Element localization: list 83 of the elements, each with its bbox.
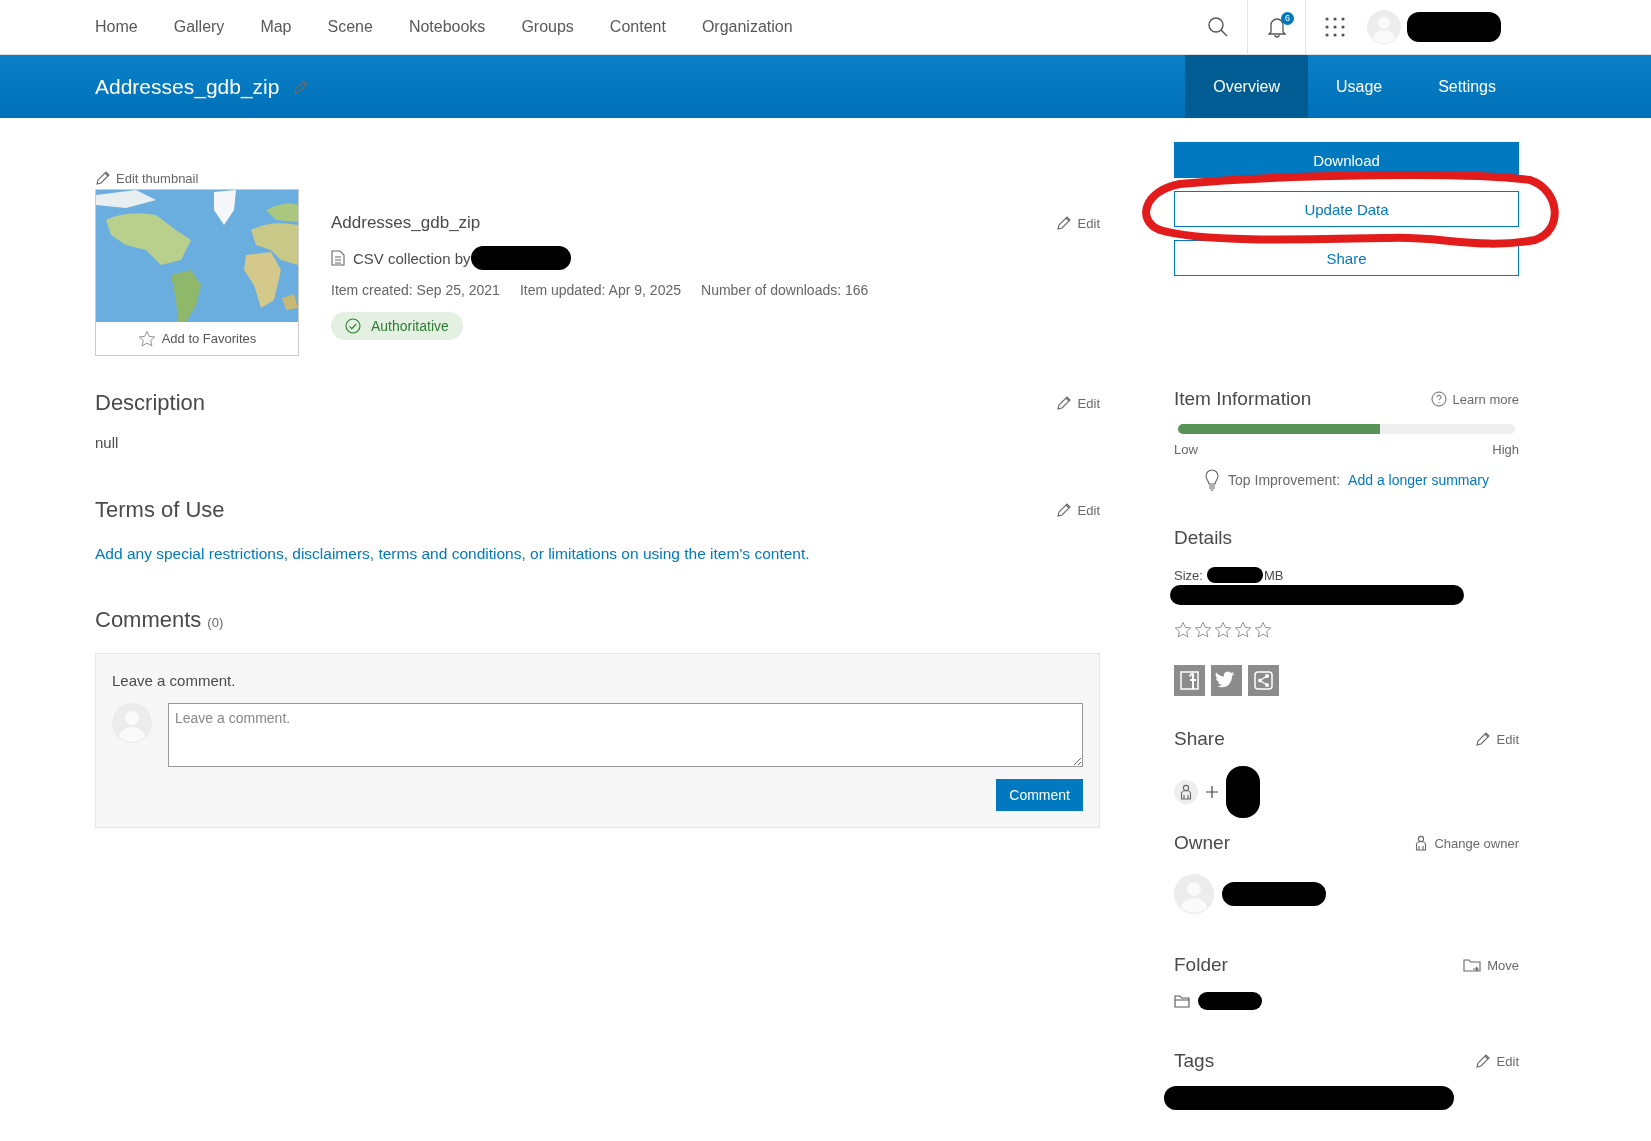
pencil-icon (1055, 215, 1072, 231)
item-title: Addresses_gdb_zip (95, 74, 280, 99)
edit-thumbnail-link[interactable]: Edit thumbnail (95, 170, 199, 186)
nav-link[interactable]: Scene (327, 2, 373, 52)
document-icon (331, 250, 345, 266)
comment-field[interactable]: Leave a comment. (168, 703, 1083, 767)
star-icon[interactable] (1234, 621, 1252, 639)
item-type: CSV collection by (353, 249, 471, 267)
star-icon[interactable] (1214, 621, 1232, 639)
lightbulb-icon (1204, 469, 1221, 491)
edit-button[interactable]: Edit (1055, 213, 1100, 233)
star-icon[interactable] (1174, 621, 1192, 639)
share-icon[interactable] (1248, 665, 1279, 696)
scale-label: High (1492, 442, 1519, 457)
learn-more-link[interactable]: Learn more (1430, 391, 1519, 407)
redaction-mark (1226, 766, 1260, 818)
tab[interactable]: Settings (1410, 55, 1524, 118)
plus-icon (1206, 786, 1218, 798)
edit-button[interactable]: Edit (1474, 1053, 1519, 1069)
edit-button[interactable]: Edit (1055, 395, 1100, 411)
add-to-favorites-button[interactable]: Add to Favorites (96, 322, 298, 355)
authoritative-badge: Authoritative (331, 312, 463, 340)
section-heading: Tags (1174, 1050, 1215, 1072)
pencil-icon (95, 170, 111, 186)
item-name: Addresses_gdb_zip (331, 213, 481, 233)
edit-button[interactable]: Edit (1474, 731, 1519, 747)
section-heading: Share (1174, 728, 1225, 750)
person-icon (1179, 784, 1193, 800)
item-meta: Item created: Sep 25, 2021 (331, 282, 500, 298)
section-heading: Description (95, 390, 206, 416)
nav-link[interactable]: Map (260, 2, 292, 52)
description-text: null (95, 434, 120, 451)
notifications-button[interactable]: 6 (1247, 0, 1305, 54)
grid-icon (1324, 17, 1345, 37)
section-heading: Details (1174, 527, 1233, 548)
edit-button[interactable]: Edit (1055, 502, 1100, 518)
nav-link[interactable]: Organization (701, 2, 793, 52)
pencil-icon (1055, 395, 1072, 411)
search-icon (1207, 16, 1229, 38)
size-label: Size: (1174, 567, 1203, 583)
suggestion-link[interactable]: Add a longer summary (1348, 472, 1489, 488)
section-heading: Comments (95, 607, 202, 633)
nav-link[interactable]: Groups (521, 2, 574, 52)
nav-link[interactable]: Gallery (173, 2, 225, 52)
help-icon (1430, 391, 1447, 407)
item-meta: Item updated: Apr 9, 2025 (519, 282, 681, 298)
tab[interactable]: Usage (1307, 55, 1411, 118)
twitter-icon[interactable] (1211, 665, 1242, 696)
pencil-icon (1055, 502, 1072, 518)
facebook-icon[interactable] (1174, 665, 1205, 696)
action-button[interactable]: Update Data (1174, 191, 1519, 227)
nav-link[interactable]: Notebooks (408, 2, 486, 52)
nav-link[interactable]: Home (95, 2, 138, 52)
change-owner-button[interactable]: Change owner (1414, 835, 1519, 851)
improvement-label: Top Improvement: (1228, 472, 1341, 488)
move-button[interactable]: Move (1463, 957, 1519, 973)
notification-badge: 6 (1281, 12, 1294, 25)
section-heading: Item Information (1174, 388, 1312, 410)
comment-count: (0) (207, 615, 224, 630)
comment-button[interactable]: Comment (996, 779, 1083, 811)
star-icon[interactable] (1254, 621, 1272, 639)
star-icon[interactable] (1194, 621, 1212, 639)
pencil-icon (293, 78, 310, 95)
section-heading: Folder (1174, 954, 1228, 976)
pencil-icon (1474, 1053, 1491, 1069)
section-heading: Owner (1174, 832, 1230, 854)
redaction-mark (1206, 567, 1263, 583)
tab[interactable]: Overview (1185, 55, 1308, 118)
redaction-mark (1198, 992, 1262, 1010)
folder-icon (1174, 994, 1190, 1008)
section-heading: Terms of Use (95, 497, 225, 523)
size-unit: MB (1263, 567, 1284, 583)
check-circle-icon (345, 318, 361, 334)
scale-label: Low (1174, 442, 1198, 457)
terms-link[interactable]: Add any special restrictions, disclaimers, terms and conditions, or limitations on using the item's content. (95, 545, 810, 563)
item-meta: Number of downloads: 166 (701, 282, 869, 298)
pencil-icon (1474, 731, 1491, 747)
star-icon[interactable] (137, 329, 156, 348)
nav-link[interactable]: Content (609, 2, 666, 52)
bell-icon (1266, 16, 1287, 38)
folder-icon (1463, 957, 1482, 973)
comment-prompt: Leave a comment. (112, 672, 237, 689)
person-icon (1414, 835, 1429, 851)
